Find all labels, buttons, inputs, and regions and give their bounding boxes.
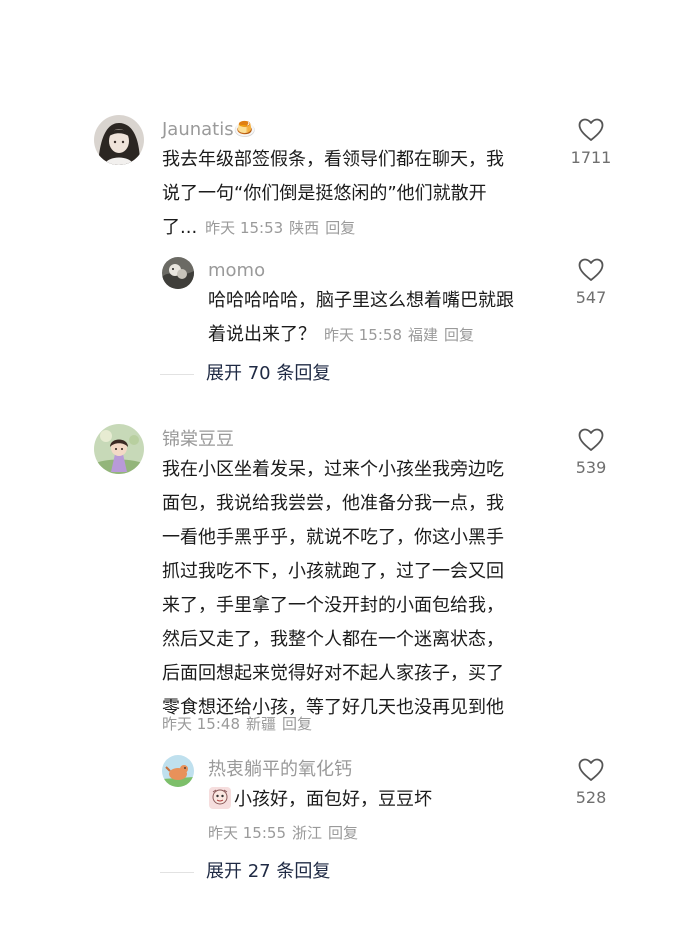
comment-list: Jaunatis🍮 我去年级部签假条，看领导们都在聊天，我 说了一句“你们倒是挺… xyxy=(0,0,690,952)
reply-time: 昨天 15:58 xyxy=(324,326,402,344)
reply-meta: 昨天 15:55 浙江 回复 xyxy=(208,822,358,844)
expand-replies-label[interactable]: 展开 70 条回复 xyxy=(206,362,330,386)
comment-text-line: 来了，手里拿了一个没开封的小面包给我， xyxy=(162,595,504,616)
expand-replies-label[interactable]: 展开 27 条回复 xyxy=(206,860,330,884)
comment-text-line: 说了一句“你们倒是挺悠闲的”他们就散开 xyxy=(162,183,487,204)
reply-text-line: 哈哈哈哈哈，脑子里这么想着嘴巴就跟 xyxy=(208,290,514,311)
reply-username[interactable]: 热衷躺平的氧化钙 xyxy=(208,758,352,782)
comment-text-line: 面包，我说给我尝尝，他准备分我一点，我 xyxy=(162,493,504,514)
comment-time: 昨天 15:53 xyxy=(205,219,284,237)
expand-replies-button[interactable]: 展开 27 条回复 xyxy=(160,860,330,884)
reply-text-line: 小孩好，面包好，豆豆坏 xyxy=(208,783,432,817)
reply-meta: 昨天 15:58 福建 回复 xyxy=(324,326,474,344)
reply-button[interactable]: 回复 xyxy=(328,824,358,842)
expand-replies-button[interactable]: 展开 70 条回复 xyxy=(160,362,330,386)
like-button[interactable]: 1711 xyxy=(561,118,621,168)
reply-text: 哈哈哈哈哈，脑子里这么想着嘴巴就跟 着说出来了？ 昨天 15:58 福建 回复 xyxy=(208,284,514,352)
reply-button[interactable]: 回复 xyxy=(282,715,312,733)
comment-text: 我去年级部签假条，看领导们都在聊天，我 说了一句“你们倒是挺悠闲的”他们就散开 … xyxy=(162,143,504,245)
like-button[interactable]: 539 xyxy=(561,428,621,478)
sticker-emoji-icon xyxy=(209,787,231,809)
reply-username[interactable]: momo xyxy=(208,259,265,283)
comment-text-line: 抓过我吃不下，小孩就跑了，过了一会又回 xyxy=(162,561,504,582)
comment-text-last-line: 了... 昨天 15:53 陕西 回复 xyxy=(162,211,504,245)
heart-icon[interactable] xyxy=(578,118,604,142)
reply-text: 小孩好，面包好，豆豆坏 xyxy=(208,783,432,817)
comment-location: 陕西 xyxy=(289,219,320,237)
reply-location: 浙江 xyxy=(292,824,323,842)
avatar[interactable] xyxy=(94,424,144,474)
comment-text-line: 一看他手黑乎乎，就说不吃了，你这小黑手 xyxy=(162,527,504,548)
comment-text: 我在小区坐着发呆，过来个小孩坐我旁边吃 面包，我说给我尝尝，他准备分我一点，我 … xyxy=(162,453,504,725)
reply-text-content: 小孩好，面包好，豆豆坏 xyxy=(234,789,432,810)
like-button[interactable]: 528 xyxy=(561,758,621,808)
reply-button[interactable]: 回复 xyxy=(444,326,474,344)
comment-meta: 昨天 15:48 新疆 回复 xyxy=(162,713,312,735)
comment-text-line: 然后又走了，我整个人都在一个迷离状态， xyxy=(162,629,504,650)
comment-meta: 昨天 15:53 陕西 回复 xyxy=(205,219,355,237)
reply-avatar[interactable] xyxy=(162,257,194,289)
like-count: 1711 xyxy=(570,148,612,167)
heart-icon[interactable] xyxy=(578,428,604,452)
avatar[interactable] xyxy=(94,115,144,165)
comment-username[interactable]: 锦棠豆豆 xyxy=(162,428,234,452)
comment-username[interactable]: Jaunatis🍮 xyxy=(162,118,256,142)
reply-text-last-line: 着说出来了？ 昨天 15:58 福建 回复 xyxy=(208,318,514,352)
comment-text-line: 了... xyxy=(162,217,198,238)
expand-divider xyxy=(160,871,194,873)
reply-text-line: 着说出来了？ xyxy=(208,324,316,345)
reply-avatar[interactable] xyxy=(162,755,194,787)
like-count: 528 xyxy=(575,788,607,807)
reply-button[interactable]: 回复 xyxy=(325,219,355,237)
comment-text-line: 我在小区坐着发呆，过来个小孩坐我旁边吃 xyxy=(162,459,504,480)
expand-divider xyxy=(160,373,194,375)
comment-location: 新疆 xyxy=(246,715,277,733)
comment-time: 昨天 15:48 xyxy=(162,715,240,733)
like-count: 539 xyxy=(575,458,607,477)
like-button[interactable]: 547 xyxy=(561,258,621,308)
comment-text-line: 后面回想起来觉得好对不起人家孩子，买了 xyxy=(162,663,504,684)
heart-icon[interactable] xyxy=(578,258,604,282)
comment-text-line: 我去年级部签假条，看领导们都在聊天，我 xyxy=(162,149,504,170)
reply-time: 昨天 15:55 xyxy=(208,824,286,842)
heart-icon[interactable] xyxy=(578,758,604,782)
reply-location: 福建 xyxy=(408,326,439,344)
like-count: 547 xyxy=(575,288,607,307)
